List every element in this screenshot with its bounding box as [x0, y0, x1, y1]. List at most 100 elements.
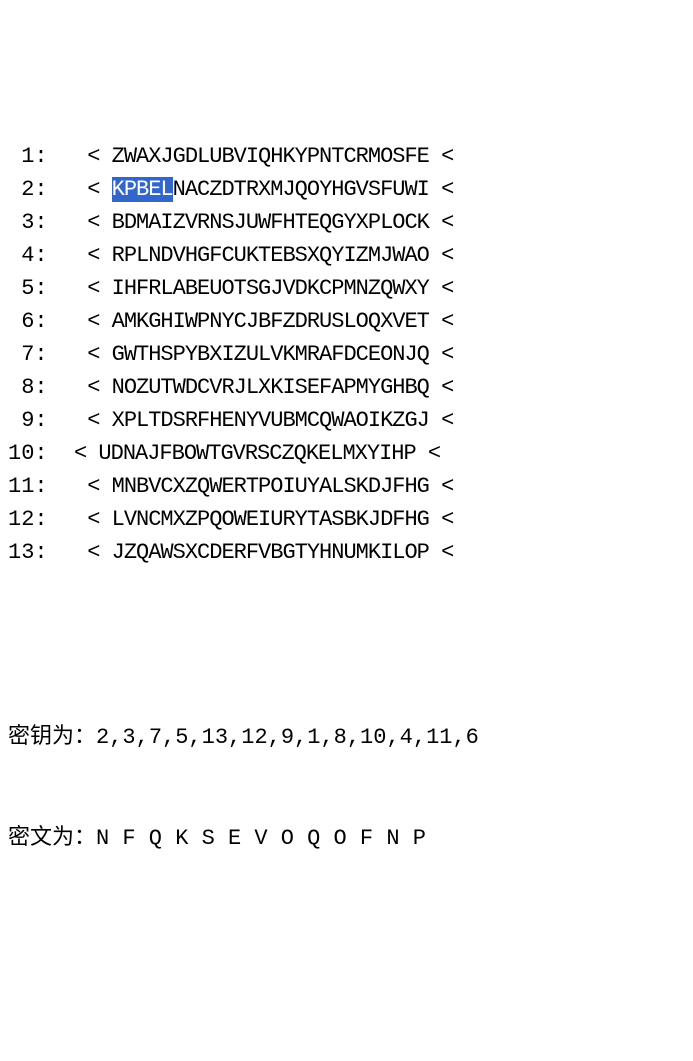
sequence: GWTHSPYBXIZULVKMRAFDCEONJQ [112, 342, 429, 367]
sequence: LVNCMXZPQOWEIURYTASBKJDFHG [112, 507, 429, 532]
line-number: 12 [8, 503, 34, 536]
colon: : [34, 375, 47, 400]
cipher-char: O [334, 822, 360, 855]
bracket-left: < [87, 375, 111, 400]
cipher-char: N [96, 822, 122, 855]
line-number: 2 [8, 173, 34, 206]
key-label: 密钥为： [8, 723, 96, 748]
cipher-row-13: 13: < JZQAWSXCDERFVBGTYHNUMKILOP < [8, 536, 685, 569]
footer: 密钥为：2,3,7,5,13,12,9,1,8,10,4,11,6 密文为：NF… [8, 653, 685, 888]
cipher-char: F [122, 822, 148, 855]
cipher-row-4: 4: < RPLNDVHGFCUKTEBSXQYIZMJWAO < [8, 239, 685, 272]
highlighted-text: KPBEL [112, 177, 173, 202]
line-number: 6 [8, 305, 34, 338]
sequence: BDMAIZVRNSJUWFHTEQGYXPLOCK [112, 210, 429, 235]
cipher-rows: 1: < ZWAXJGDLUBVIQHKYPNTCRMOSFE < 2: < K… [8, 140, 685, 569]
key-row: 密钥为：2,3,7,5,13,12,9,1,8,10,4,11,6 [8, 719, 685, 754]
cipher-row-2: 2: < KPBELNACZDTRXMJQOYHGVSFUWI < [8, 173, 685, 206]
key-value: 2,3,7,5,13,12,9,1,8,10,4,11,6 [96, 725, 479, 750]
line-number: 9 [8, 404, 34, 437]
bracket-right: < [429, 210, 453, 235]
line-number: 11 [8, 470, 34, 503]
cipher-row-12: 12: < LVNCMXZPQOWEIURYTASBKJDFHG < [8, 503, 685, 536]
line-number: 1 [8, 140, 34, 173]
colon: : [34, 210, 47, 235]
bracket-left: < [87, 309, 111, 334]
bracket-right: < [429, 408, 453, 433]
cipher-char: V [254, 822, 280, 855]
colon: : [34, 441, 47, 466]
bracket-right: < [429, 309, 453, 334]
bracket-right: < [429, 243, 453, 268]
bracket-left: < [87, 243, 111, 268]
sequence: RPLNDVHGFCUKTEBSXQYIZMJWAO [112, 243, 429, 268]
cipher-row-5: 5: < IHFRLABEUOTSGJVDKCPMNZQWXY < [8, 272, 685, 305]
bracket-left: < [87, 276, 111, 301]
sequence: ZWAXJGDLUBVIQHKYPNTCRMOSFE [112, 144, 429, 169]
cipher-char: P [413, 822, 439, 855]
sequence: KPBELNACZDTRXMJQOYHGVSFUWI [112, 177, 429, 202]
bracket-right: < [429, 177, 453, 202]
colon: : [34, 540, 47, 565]
bracket-right: < [429, 276, 453, 301]
cipher-char: Q [307, 822, 333, 855]
colon: : [34, 342, 47, 367]
bracket-left: < [74, 441, 98, 466]
bracket-right: < [429, 144, 453, 169]
line-number: 8 [8, 371, 34, 404]
bracket-right: < [429, 375, 453, 400]
cipher-row-9: 9: < XPLTDSRFHENYVUBMCQWAOIKZGJ < [8, 404, 685, 437]
cipher-label: 密文为： [8, 824, 96, 849]
line-number: 4 [8, 239, 34, 272]
line-number: 13 [8, 536, 34, 569]
sequence: XPLTDSRFHENYVUBMCQWAOIKZGJ [112, 408, 429, 433]
colon: : [34, 474, 47, 499]
bracket-right: < [429, 540, 453, 565]
bracket-left: < [87, 210, 111, 235]
line-number: 3 [8, 206, 34, 239]
colon: : [34, 408, 47, 433]
bracket-left: < [87, 540, 111, 565]
cipher-char: Q [149, 822, 175, 855]
cipher-char: S [202, 822, 228, 855]
bracket-left: < [87, 507, 111, 532]
cipher-char: O [281, 822, 307, 855]
colon: : [34, 144, 47, 169]
colon: : [34, 243, 47, 268]
bracket-right: < [416, 441, 440, 466]
colon: : [34, 309, 47, 334]
cipher-row-6: 6: < AMKGHIWPNYCJBFZDRUSLOQXVET < [8, 305, 685, 338]
cipher-row-11: 11: < MNBVCXZQWERTPOIUYALSKDJFHG < [8, 470, 685, 503]
colon: : [34, 507, 47, 532]
colon: : [34, 276, 47, 301]
cipher-row-10: 10: < UDNAJFBOWTGVRSCZQKELMXYIHP < [8, 437, 685, 470]
cipher-row-1: 1: < ZWAXJGDLUBVIQHKYPNTCRMOSFE < [8, 140, 685, 173]
line-number: 7 [8, 338, 34, 371]
bracket-right: < [429, 342, 453, 367]
cipher-char: N [386, 822, 412, 855]
bracket-left: < [87, 144, 111, 169]
bracket-left: < [87, 177, 111, 202]
sequence: AMKGHIWPNYCJBFZDRUSLOQXVET [112, 309, 429, 334]
cipher-row: 密文为：NFQKSEVOQOFNP [8, 820, 685, 855]
cipher-row-7: 7: < GWTHSPYBXIZULVKMRAFDCEONJQ < [8, 338, 685, 371]
sequence: IHFRLABEUOTSGJVDKCPMNZQWXY [112, 276, 429, 301]
bracket-left: < [87, 342, 111, 367]
sequence: NOZUTWDCVRJLXKISEFAPMYGHBQ [112, 375, 429, 400]
bracket-left: < [87, 474, 111, 499]
cipher-value: NFQKSEVOQOFNP [96, 826, 439, 851]
bracket-left: < [87, 408, 111, 433]
bracket-right: < [429, 474, 453, 499]
line-number: 10 [8, 437, 34, 470]
sequence: UDNAJFBOWTGVRSCZQKELMXYIHP [98, 441, 415, 466]
cipher-row-3: 3: < BDMAIZVRNSJUWFHTEQGYXPLOCK < [8, 206, 685, 239]
sequence: JZQAWSXCDERFVBGTYHNUMKILOP [112, 540, 429, 565]
cipher-row-8: 8: < NOZUTWDCVRJLXKISEFAPMYGHBQ < [8, 371, 685, 404]
bracket-right: < [429, 507, 453, 532]
colon: : [34, 177, 47, 202]
cipher-char: K [175, 822, 201, 855]
line-number: 5 [8, 272, 34, 305]
cipher-char: F [360, 822, 386, 855]
cipher-char: E [228, 822, 254, 855]
sequence: MNBVCXZQWERTPOIUYALSKDJFHG [112, 474, 429, 499]
